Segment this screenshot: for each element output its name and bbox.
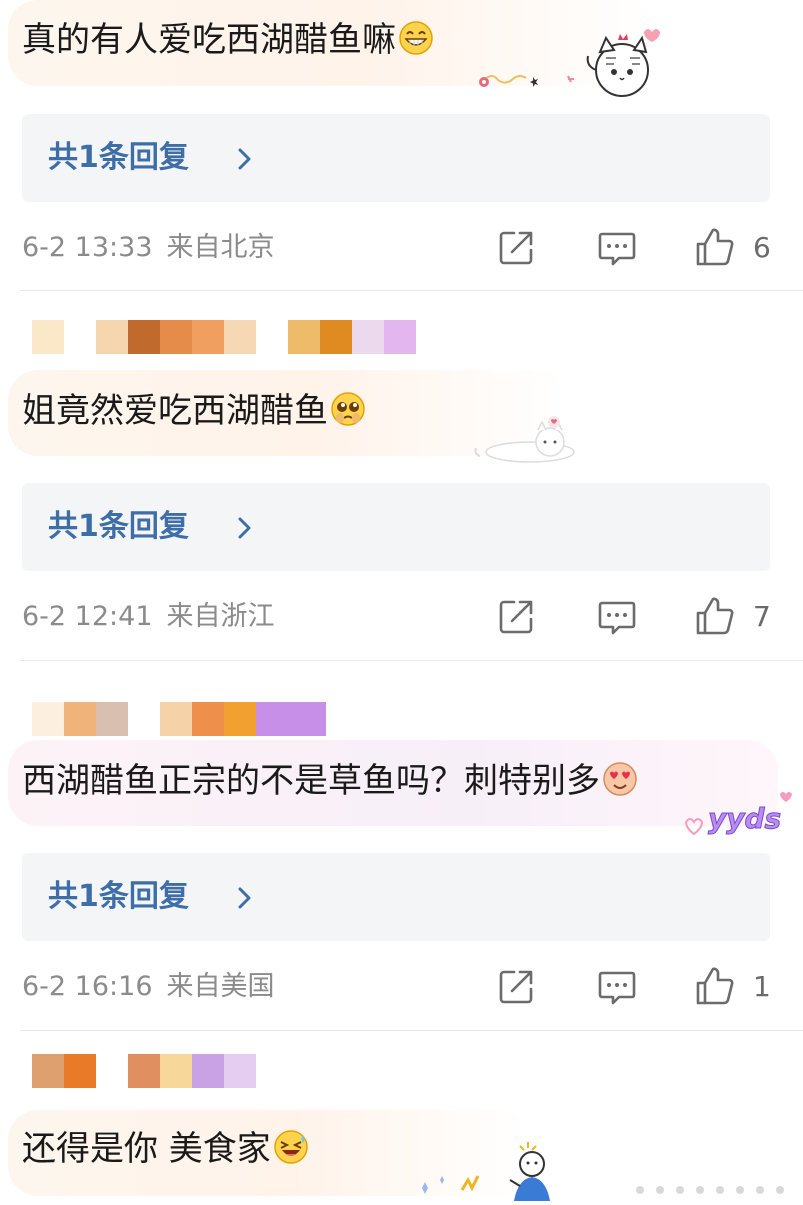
yyds-sticker-text: yyds (708, 802, 781, 835)
thumbs-up-icon (696, 228, 734, 266)
reply-count-link[interactable]: 共1条回复 (22, 853, 770, 941)
cat-lying-sticker (470, 408, 580, 466)
comment-icon (598, 601, 636, 635)
share-icon (499, 970, 533, 1004)
laughing-emoji-icon (273, 1129, 309, 1177)
reply-count-label: 共1条回复 (48, 879, 189, 914)
share-icon (499, 231, 533, 265)
comment-time: 6-2 16:16 (22, 971, 153, 1002)
reply-count-link[interactable]: 共1条回复 (22, 483, 770, 571)
share-button[interactable] (498, 597, 536, 639)
comment-text-content: 西湖醋鱼正宗的不是草鱼吗？刺特别多 (22, 761, 600, 801)
comment-meta: 6-2 16:16 来自美国 (22, 969, 275, 1005)
reply-count-label: 共1条回复 (48, 140, 189, 175)
comment-icon (598, 971, 636, 1005)
blurred-username (22, 1054, 442, 1088)
like-button[interactable] (694, 595, 736, 641)
pleading-emoji-icon (330, 391, 366, 439)
reply-count-link[interactable]: 共1条回复 (22, 114, 770, 202)
reply-button[interactable] (597, 969, 637, 1011)
comment-text: 姐竟然爱吃西湖醋鱼 (22, 388, 366, 439)
comment-4: 还得是你 美食家 (0, 1032, 803, 1201)
yyds-sticker: yyds (680, 782, 792, 842)
comment-1: 真的有人爱吃西湖醋鱼嘛 共1条回复 6-2 13:33 来自北京 6 (0, 0, 803, 290)
like-count: 7 (753, 600, 771, 633)
comment-time: 6-2 12:41 (22, 601, 153, 632)
share-button[interactable] (498, 228, 536, 270)
chevron-right-icon (238, 148, 252, 174)
divider (20, 290, 803, 291)
blurred-username (22, 320, 442, 354)
reply-count-label: 共1条回复 (48, 509, 189, 544)
comment-text-content: 还得是你 美食家 (22, 1129, 271, 1169)
thumbs-up-icon (696, 967, 734, 1005)
comment-text: 真的有人爱吃西湖醋鱼嘛 (22, 17, 434, 68)
like-button[interactable] (694, 965, 736, 1011)
cat-waving-sticker (472, 18, 662, 102)
comment-location: 来自北京 (166, 232, 275, 263)
comment-location: 来自浙江 (166, 601, 275, 632)
comment-text-content: 真的有人爱吃西湖醋鱼嘛 (22, 20, 396, 60)
thumbs-up-icon (696, 597, 734, 635)
comment-2: 姐竟然爱吃西湖醋鱼 共1条回复 6-2 12:41 来自浙江 7 (0, 292, 803, 660)
grin-emoji-icon (398, 20, 434, 68)
blurred-username (22, 702, 442, 736)
comment-meta: 6-2 12:41 来自浙江 (22, 599, 275, 635)
comment-3: 西湖醋鱼正宗的不是草鱼吗？刺特别多 yyds 共1条回复 6-2 16:16 来自… (0, 662, 803, 1030)
like-count: 6 (753, 231, 771, 264)
share-icon (499, 600, 533, 634)
reply-button[interactable] (597, 599, 637, 641)
comment-text: 还得是你 美食家 (22, 1126, 309, 1177)
like-count: 1 (753, 970, 771, 1003)
person-sparkle-sticker (410, 1140, 560, 1201)
reply-button[interactable] (597, 230, 637, 272)
share-button[interactable] (498, 967, 536, 1009)
divider (20, 1030, 803, 1031)
chevron-right-icon (238, 517, 252, 543)
like-button[interactable] (694, 226, 736, 272)
comment-time: 6-2 13:33 (22, 232, 153, 263)
heart-eyes-emoji-icon (602, 761, 638, 809)
chevron-right-icon (238, 887, 252, 913)
comment-text-content: 姐竟然爱吃西湖醋鱼 (22, 391, 328, 431)
comment-location: 来自美国 (166, 971, 275, 1002)
comment-text: 西湖醋鱼正宗的不是草鱼吗？刺特别多 (22, 758, 638, 809)
comment-icon (598, 232, 636, 266)
comment-meta: 6-2 13:33 来自北京 (22, 230, 275, 266)
bottom-ellipsis-icon (620, 1182, 800, 1198)
divider (20, 660, 803, 661)
